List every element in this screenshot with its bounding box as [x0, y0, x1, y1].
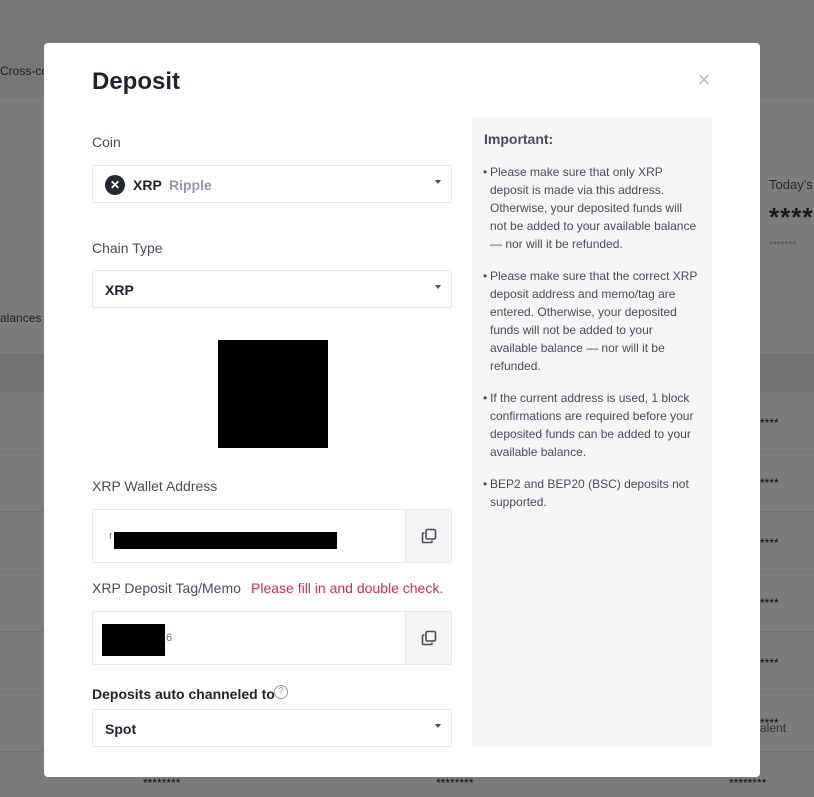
copy-address-button[interactable] [405, 510, 451, 562]
bg-row-value: **** [760, 716, 779, 730]
bg-bottom-value: ******** [729, 776, 767, 790]
bg-row-value: **** [760, 416, 779, 430]
bullet-icon: • [483, 269, 488, 283]
important-panel: Important: • Please make sure that only X… [472, 117, 712, 747]
note-text: Please make sure that the correct XRP de… [490, 269, 698, 373]
bg-bottom-value: ******** [143, 776, 181, 790]
bullet-icon: • [483, 477, 488, 491]
bg-row-value: **** [760, 536, 779, 550]
note-text: If the current address is used, 1 block … [490, 391, 694, 459]
auto-channel-label: Deposits auto channeled to [92, 686, 275, 702]
wallet-address-field[interactable]: r [92, 509, 452, 563]
coin-symbol: XRP [133, 177, 162, 193]
important-notes: • Please make sure that only XRP deposit … [483, 163, 702, 525]
copy-icon [421, 630, 437, 646]
wallet-address-label: XRP Wallet Address [92, 478, 218, 494]
chain-type-select[interactable]: XRP [92, 270, 452, 308]
note-text: Please make sure that only XRP deposit i… [490, 165, 697, 251]
chain-type-label: Chain Type [92, 240, 163, 256]
xrp-coin-icon: ✕ [105, 175, 125, 195]
bg-today-label: Today's [769, 177, 813, 192]
memo-label: XRP Deposit Tag/Memo [92, 580, 241, 596]
important-note: • Please make sure that the correct XRP d… [483, 267, 702, 375]
deposit-modal: Deposit × Coin ✕ XRP Ripple Chain Type X… [44, 43, 760, 777]
redacted-address [114, 532, 337, 549]
bg-cross-tab: Cross-co [0, 64, 49, 78]
redacted-memo [102, 624, 165, 656]
chevron-down-icon [435, 724, 441, 728]
bg-bottom-value: ******** [436, 776, 474, 790]
chevron-down-icon [435, 285, 441, 289]
copy-icon [421, 528, 437, 544]
memo-warning: Please fill in and double check. [251, 580, 444, 596]
chain-type-value: XRP [105, 282, 134, 298]
bg-row-value: **** [760, 656, 779, 670]
important-note: • Please make sure that only XRP deposit … [483, 163, 702, 253]
close-icon[interactable]: × [694, 69, 714, 91]
note-text: BEP2 and BEP20 (BSC) deposits not suppor… [490, 477, 689, 509]
bg-balances-label: alances [0, 311, 42, 325]
coin-select[interactable]: ✕ XRP Ripple [92, 165, 452, 203]
important-note: • If the current address is used, 1 block… [483, 389, 702, 461]
coin-label: Coin [92, 134, 121, 150]
important-note: • BEP2 and BEP20 (BSC) deposits not suppo… [483, 475, 702, 511]
coin-name: Ripple [169, 177, 212, 193]
bullet-icon: • [483, 165, 488, 179]
memo-value: 6 [166, 632, 173, 644]
important-title: Important: [484, 131, 554, 147]
modal-title: Deposit [92, 68, 181, 95]
bg-row-value: **** [760, 596, 779, 610]
copy-memo-button[interactable] [405, 612, 451, 664]
help-icon[interactable]: ? [274, 685, 288, 699]
memo-field[interactable]: 6 [92, 611, 452, 665]
bg-row-value: **** [760, 476, 779, 490]
auto-channel-select[interactable]: Spot [92, 709, 452, 747]
bg-today-value: **** [769, 202, 814, 232]
chevron-down-icon [435, 180, 441, 184]
bullet-icon: • [483, 391, 488, 405]
qr-code [218, 340, 328, 448]
wallet-address-value: r [109, 530, 113, 542]
auto-channel-value: Spot [105, 721, 137, 737]
bg-today-sub: ******* [769, 240, 797, 251]
